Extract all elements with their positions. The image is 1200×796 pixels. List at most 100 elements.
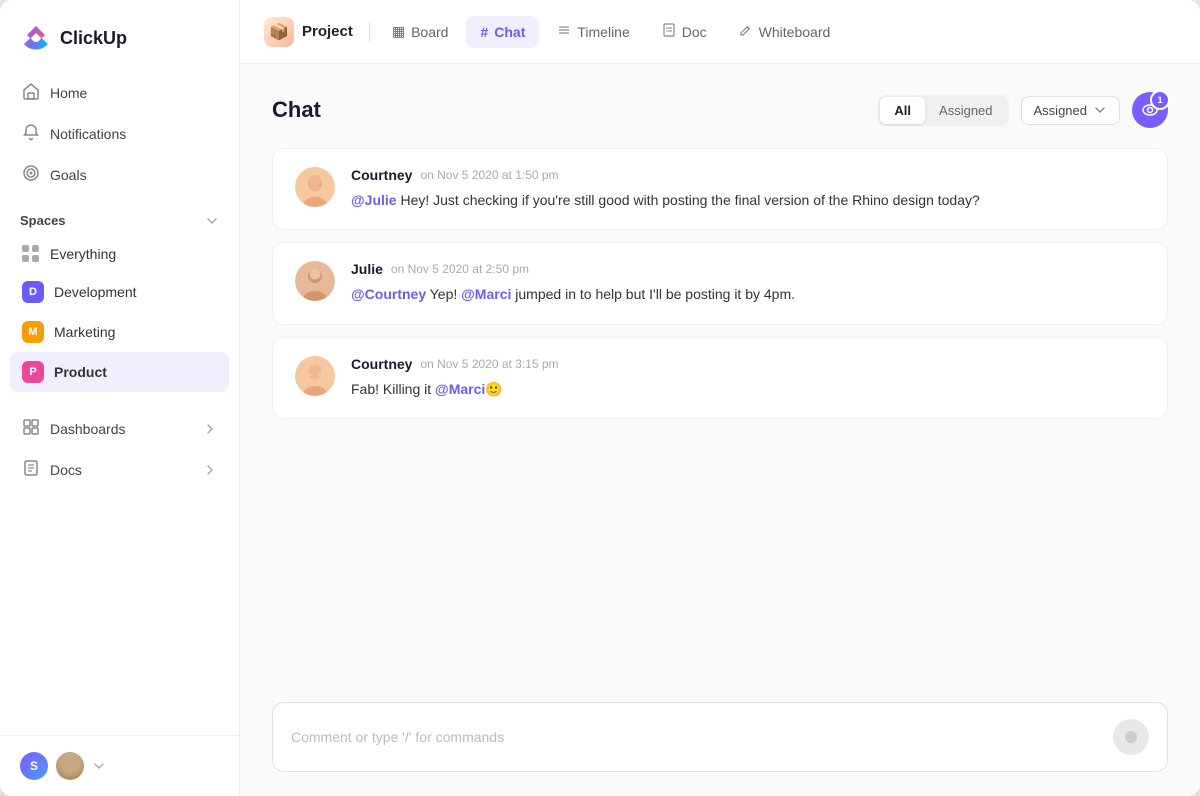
tab-doc-label: Doc <box>682 24 707 40</box>
comment-placeholder[interactable]: Comment or type '/' for commands <box>291 729 1113 745</box>
tab-whiteboard-label: Whiteboard <box>759 24 831 40</box>
topbar-project-label: Project <box>302 23 353 40</box>
product-avatar: P <box>22 361 44 383</box>
sidebar-bottom: S <box>0 735 239 796</box>
sidebar-item-notifications[interactable]: Notifications <box>10 113 229 154</box>
app-window: ClickUp Home Notifications Goals <box>0 0 1200 796</box>
julie-avatar-img <box>295 261 335 301</box>
comment-send-button[interactable] <box>1113 719 1149 755</box>
msg2-text-yep: Yep! <box>426 286 461 302</box>
chat-content-area: Chat All Assigned Assigned <box>240 64 1200 686</box>
sidebar-item-development-label: Development <box>54 284 137 300</box>
sidebar-logo[interactable]: ClickUp <box>0 0 239 72</box>
sidebar-item-home[interactable]: Home <box>10 72 229 113</box>
chat-title: Chat <box>272 97 321 123</box>
msg2-header: Julie on Nov 5 2020 at 2:50 pm <box>351 261 1145 277</box>
msg3-author: Courtney <box>351 356 412 372</box>
topbar-tabs: ▦ Board # Chat Timeline Do <box>378 15 844 48</box>
sidebar-item-everything-label: Everything <box>50 246 116 262</box>
spaces-header[interactable]: Spaces <box>0 195 239 236</box>
tab-chat[interactable]: # Chat <box>466 16 539 48</box>
doc-tab-icon <box>662 23 676 40</box>
sidebar-item-everything[interactable]: Everything <box>10 236 229 272</box>
chat-header-right: All Assigned Assigned <box>878 92 1168 128</box>
msg3-avatar <box>295 356 335 396</box>
msg2-text: @Courtney Yep! @Marci jumped in to help … <box>351 283 1145 305</box>
sidebar-item-development[interactable]: D Development <box>10 272 229 312</box>
message-3: Courtney on Nov 5 2020 at 3:15 pm Fab! K… <box>272 337 1168 419</box>
chevron-right-icon <box>203 422 217 436</box>
dropdown-chevron-icon <box>1093 103 1107 117</box>
msg1-text: @Julie Hey! Just checking if you're stil… <box>351 189 1145 211</box>
sidebar-item-goals[interactable]: Goals <box>10 154 229 195</box>
msg1-author: Courtney <box>351 167 412 183</box>
tab-doc[interactable]: Doc <box>648 15 721 48</box>
tab-chat-label: Chat <box>494 24 525 40</box>
sidebar-item-marketing[interactable]: M Marketing <box>10 312 229 352</box>
msg1-mention: @Julie <box>351 192 397 208</box>
topbar-project[interactable]: 📦 Project <box>264 17 353 47</box>
msg1-body: Courtney on Nov 5 2020 at 1:50 pm @Julie… <box>351 167 1145 211</box>
sidebar-item-docs[interactable]: Docs <box>10 449 229 490</box>
goals-icon <box>22 164 40 185</box>
tab-whiteboard[interactable]: Whiteboard <box>725 15 845 48</box>
msg2-time: on Nov 5 2020 at 2:50 pm <box>391 262 529 276</box>
courtney-avatar-img <box>295 167 335 207</box>
marketing-avatar: M <box>22 321 44 343</box>
user-avatar-photo[interactable] <box>56 752 84 780</box>
docs-icon <box>22 459 40 480</box>
logo-text: ClickUp <box>60 28 127 49</box>
sidebar-item-notifications-label: Notifications <box>50 126 126 142</box>
msg2-author: Julie <box>351 261 383 277</box>
notification-bell[interactable] <box>1132 92 1168 128</box>
msg2-mention2: @Marci <box>461 286 511 302</box>
topbar-divider <box>369 22 370 42</box>
msg3-time: on Nov 5 2020 at 3:15 pm <box>420 357 558 371</box>
msg3-text: Fab! Killing it @Marci🙂 <box>351 378 1145 400</box>
topbar: 📦 Project ▦ Board # Chat Timeline <box>240 0 1200 64</box>
timeline-tab-icon <box>557 23 571 40</box>
tab-board-label: Board <box>411 24 448 40</box>
messages-list: Courtney on Nov 5 2020 at 1:50 pm @Julie… <box>272 148 1168 686</box>
msg3-mention: @Marci <box>435 381 485 397</box>
tab-board[interactable]: ▦ Board <box>378 15 463 48</box>
sidebar-item-dashboards[interactable]: Dashboards <box>10 408 229 449</box>
msg1-header: Courtney on Nov 5 2020 at 1:50 pm <box>351 167 1145 183</box>
comment-box-wrap: Comment or type '/' for commands <box>240 686 1200 796</box>
message-1: Courtney on Nov 5 2020 at 1:50 pm @Julie… <box>272 148 1168 230</box>
board-tab-icon: ▦ <box>392 23 405 40</box>
docs-label: Docs <box>50 462 82 478</box>
chat-header: Chat All Assigned Assigned <box>272 92 1168 128</box>
tab-timeline-label: Timeline <box>577 24 629 40</box>
msg1-time: on Nov 5 2020 at 1:50 pm <box>420 168 558 182</box>
sidebar-item-marketing-label: Marketing <box>54 324 115 340</box>
msg2-avatar <box>295 261 335 301</box>
sidebar-item-goals-label: Goals <box>50 167 87 183</box>
tab-timeline[interactable]: Timeline <box>543 15 643 48</box>
sidebar-item-home-label: Home <box>50 85 87 101</box>
clickup-logo-icon <box>20 22 52 54</box>
filter-tabs: All Assigned <box>878 95 1008 126</box>
msg2-text-rest: jumped in to help but I'll be posting it… <box>511 286 795 302</box>
message-2: Julie on Nov 5 2020 at 2:50 pm @Courtney… <box>272 242 1168 324</box>
filter-assigned[interactable]: Assigned <box>925 97 1006 124</box>
filter-all[interactable]: All <box>880 97 925 124</box>
user-avatar-s[interactable]: S <box>20 752 48 780</box>
home-icon <box>22 82 40 103</box>
sidebar-item-product[interactable]: P Product <box>10 352 229 392</box>
assigned-dropdown[interactable]: Assigned <box>1021 96 1120 125</box>
development-avatar: D <box>22 281 44 303</box>
everything-grid-icon <box>22 245 40 263</box>
chevron-down-user-icon[interactable] <box>92 759 106 773</box>
msg2-mention: @Courtney <box>351 286 426 302</box>
sidebar-sections: Dashboards Docs <box>0 408 239 490</box>
msg2-body: Julie on Nov 5 2020 at 2:50 pm @Courtney… <box>351 261 1145 305</box>
chevron-down-icon <box>205 214 219 228</box>
sidebar-nav: Home Notifications Goals <box>0 72 239 195</box>
msg1-text-after: Hey! Just checking if you're still good … <box>397 192 980 208</box>
msg1-avatar <box>295 167 335 207</box>
dashboards-label: Dashboards <box>50 421 126 437</box>
eye-icon <box>1141 101 1159 119</box>
msg3-body: Courtney on Nov 5 2020 at 3:15 pm Fab! K… <box>351 356 1145 400</box>
send-icon <box>1123 729 1139 745</box>
